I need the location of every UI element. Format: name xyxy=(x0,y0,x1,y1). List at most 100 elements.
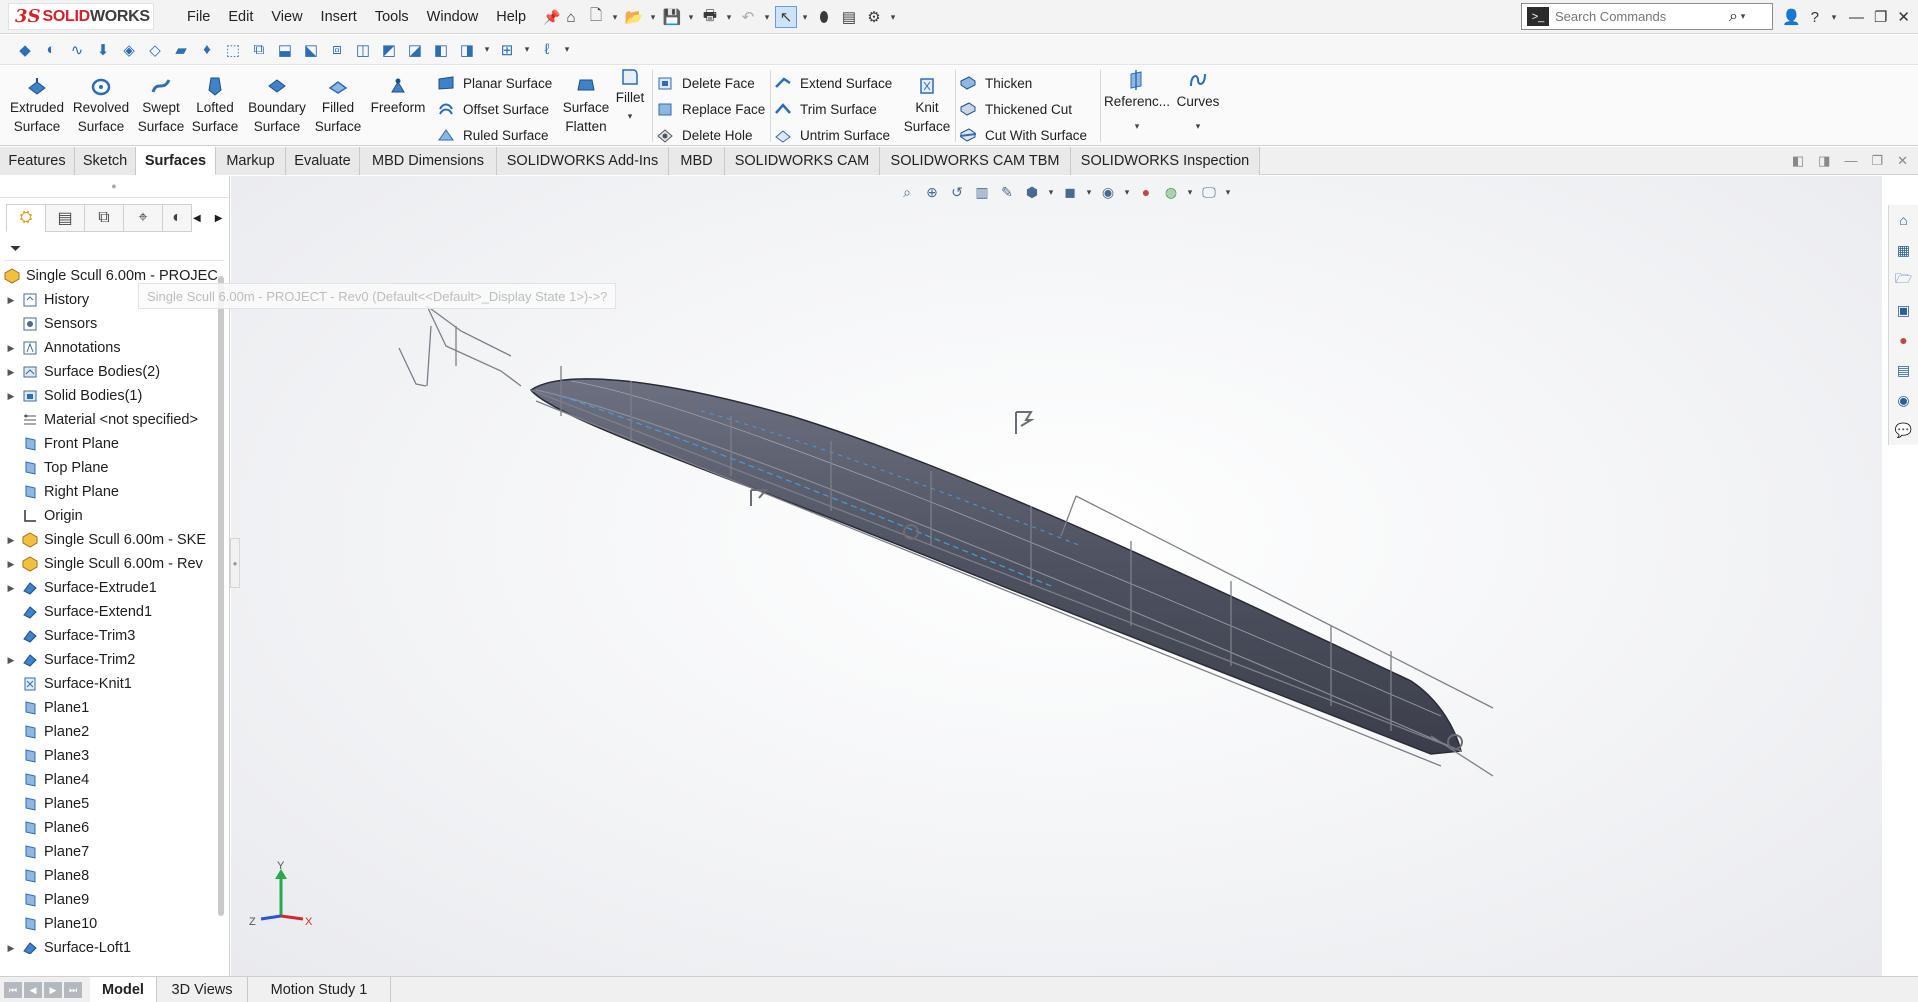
doc-close-icon[interactable]: ✕ xyxy=(1897,153,1908,169)
surface-tool-1-icon[interactable]: ◆ xyxy=(14,39,36,61)
ruled-tool-icon[interactable]: ⧉ xyxy=(248,39,270,61)
expand-arrow-icon[interactable]: ▶ xyxy=(0,559,22,570)
tree-item[interactable]: ▶ Single Scull 6.00m - Rev xyxy=(0,552,218,576)
curves-button[interactable]: Curves ▾ xyxy=(1168,70,1228,136)
solidworks-logo[interactable]: 3S SOLIDWORKS xyxy=(8,3,154,30)
restore-icon[interactable]: ❐ xyxy=(1874,8,1887,26)
print-icon[interactable]: 🖶 xyxy=(699,6,721,28)
untrim-surface-button[interactable]: Untrim Surface xyxy=(774,122,892,148)
tree-item[interactable]: ▶ Solid Bodies(1) xyxy=(0,384,218,408)
filter-funnel-icon[interactable]: ⏷ xyxy=(10,240,21,257)
property-manager-tab-icon[interactable]: ▤ xyxy=(45,204,85,232)
custom-properties-icon[interactable]: ▤ xyxy=(1893,359,1915,381)
expand-arrow-icon[interactable]: ▶ xyxy=(0,943,22,954)
expand-arrow-icon[interactable]: ▶ xyxy=(0,535,22,546)
offset-surface-button[interactable]: Offset Surface xyxy=(437,96,552,122)
search-dropdown[interactable]: ▾ xyxy=(1738,11,1748,22)
open-folder-icon[interactable]: 📂 xyxy=(623,6,645,28)
tree-item[interactable]: Plane7 xyxy=(0,840,218,864)
tree-item[interactable]: Plane8 xyxy=(0,864,218,888)
tab-evaluate[interactable]: Evaluate xyxy=(286,147,360,175)
tree-scrollbar[interactable] xyxy=(218,276,224,916)
tree-item[interactable]: ▶ Surface-Loft1 xyxy=(0,936,218,954)
search-input[interactable] xyxy=(1555,9,1725,24)
cut-with-surface-button[interactable]: Cut With Surface xyxy=(959,122,1087,148)
tree-item[interactable]: Plane3 xyxy=(0,744,218,768)
help-dropdown[interactable]: ▾ xyxy=(1829,12,1839,23)
select-dropdown[interactable]: ▾ xyxy=(800,12,810,23)
menu-view[interactable]: View xyxy=(262,9,311,25)
tabs-scroll-right-icon[interactable]: ▶ xyxy=(215,213,223,224)
extruded-surface-button[interactable]: Extruded Surface xyxy=(6,76,68,142)
reference-geometry-button[interactable]: Referenc... ▾ xyxy=(1104,70,1170,136)
dimxpert-manager-tab-icon[interactable]: ⌖ xyxy=(123,204,163,232)
design-library-icon[interactable]: ▦ xyxy=(1893,239,1915,261)
doc-minimize-icon[interactable]: — xyxy=(1844,153,1857,169)
tab-solidworks-add-ins[interactable]: SOLIDWORKS Add-Ins xyxy=(497,147,669,175)
untrim-tool-icon[interactable]: ◩ xyxy=(378,39,400,61)
curves-dropdown[interactable]: ▾ xyxy=(1196,117,1201,136)
last-tab-icon[interactable]: ⏭ xyxy=(64,982,82,998)
bottom-tab-motion-study[interactable]: Motion Study 1 xyxy=(248,977,391,1002)
menu-help[interactable]: Help xyxy=(487,9,535,25)
tab-sketch[interactable]: Sketch xyxy=(75,147,136,175)
minimize-icon[interactable]: — xyxy=(1849,9,1864,26)
print-dropdown[interactable]: ▾ xyxy=(724,12,734,23)
tree-item[interactable]: Material <not specified> xyxy=(0,408,218,432)
delete-hole-button[interactable]: Delete Hole xyxy=(656,122,765,148)
tree-item[interactable]: Plane6 xyxy=(0,816,218,840)
curves-tool-dropdown[interactable]: ▾ xyxy=(562,44,572,55)
tab-mbd-dimensions[interactable]: MBD Dimensions xyxy=(360,147,497,175)
tree-item[interactable]: Plane10 xyxy=(0,912,218,936)
appearances-icon[interactable]: ● xyxy=(1893,329,1915,351)
tabs-scroll-left-icon[interactable]: ◀ xyxy=(193,213,201,224)
tab-solidworks-cam-tbm[interactable]: SOLIDWORKS CAM TBM xyxy=(880,147,1071,175)
delete-face-tool-icon[interactable]: ◪ xyxy=(404,39,426,61)
tree-item[interactable]: ▶ Surface Bodies(2) xyxy=(0,360,218,384)
tree-item[interactable]: Plane1 xyxy=(0,696,218,720)
expand-arrow-icon[interactable]: ▶ xyxy=(0,295,22,306)
cut-surface-dropdown[interactable]: ▾ xyxy=(482,44,492,55)
trim-surface-button[interactable]: Trim Surface xyxy=(774,96,892,122)
pin-menu-icon[interactable]: 📌 xyxy=(543,9,560,26)
tree-item[interactable]: Sensors xyxy=(0,312,218,336)
boundary-surface-button[interactable]: Boundary Surface xyxy=(246,76,308,142)
tab-features[interactable]: Features xyxy=(0,147,75,175)
thicken-button[interactable]: Thicken xyxy=(959,70,1087,96)
expand-arrow-icon[interactable]: ▶ xyxy=(0,367,22,378)
file-properties-icon[interactable]: ▤ xyxy=(838,6,860,28)
curves-tool-icon[interactable]: ℓ xyxy=(536,39,558,61)
save-icon[interactable]: 💾 xyxy=(661,6,683,28)
tree-item[interactable]: Top Plane xyxy=(0,456,218,480)
revolved-surface-button[interactable]: Revolved Surface xyxy=(70,76,132,142)
close-icon[interactable]: ✕ xyxy=(1897,8,1910,26)
filled-surface-button[interactable]: Filled Surface xyxy=(307,76,369,142)
bottom-tab-3d-views[interactable]: 3D Views xyxy=(157,977,248,1002)
tree-item[interactable]: Surface-Trim3 xyxy=(0,624,218,648)
previous-tab-icon[interactable]: ◀ xyxy=(24,982,42,998)
menu-window[interactable]: Window xyxy=(418,9,488,25)
tab-mbd[interactable]: MBD xyxy=(669,147,725,175)
tab-markup[interactable]: Markup xyxy=(216,147,286,175)
tree-item[interactable]: ▶ Surface-Extrude1 xyxy=(0,576,218,600)
new-document-icon[interactable]: 🗋 xyxy=(585,6,607,28)
planar-tool-icon[interactable]: ▰ xyxy=(170,39,192,61)
menu-file[interactable]: File xyxy=(178,9,219,25)
home-icon[interactable]: ⌂ xyxy=(560,6,582,28)
knit-tool-icon[interactable]: ⧈ xyxy=(326,39,348,61)
sweep-tool-icon[interactable]: ∿ xyxy=(66,39,88,61)
configuration-manager-tab-icon[interactable]: ⧉ xyxy=(84,204,124,232)
tree-item[interactable]: Plane5 xyxy=(0,792,218,816)
loft-tool-icon[interactable]: ⬇ xyxy=(92,39,114,61)
knit-surface-button[interactable]: Knit Surface xyxy=(897,76,957,142)
tree-item[interactable]: Surface-Knit1 xyxy=(0,672,218,696)
doc-restore-icon[interactable]: ❐ xyxy=(1871,153,1883,169)
first-tab-icon[interactable]: ⏮ xyxy=(4,982,22,998)
expand-arrow-icon[interactable]: ▶ xyxy=(0,391,22,402)
thicken-tool-icon[interactable]: ◫ xyxy=(352,39,374,61)
bottom-tab-model[interactable]: Model xyxy=(90,977,157,1002)
tab-solidworks-cam[interactable]: SOLIDWORKS CAM xyxy=(725,147,880,175)
reference-geometry-tool-icon[interactable]: ⊞ xyxy=(496,39,518,61)
select-arrow-icon[interactable]: ↖ xyxy=(775,6,797,28)
menu-edit[interactable]: Edit xyxy=(219,9,262,25)
